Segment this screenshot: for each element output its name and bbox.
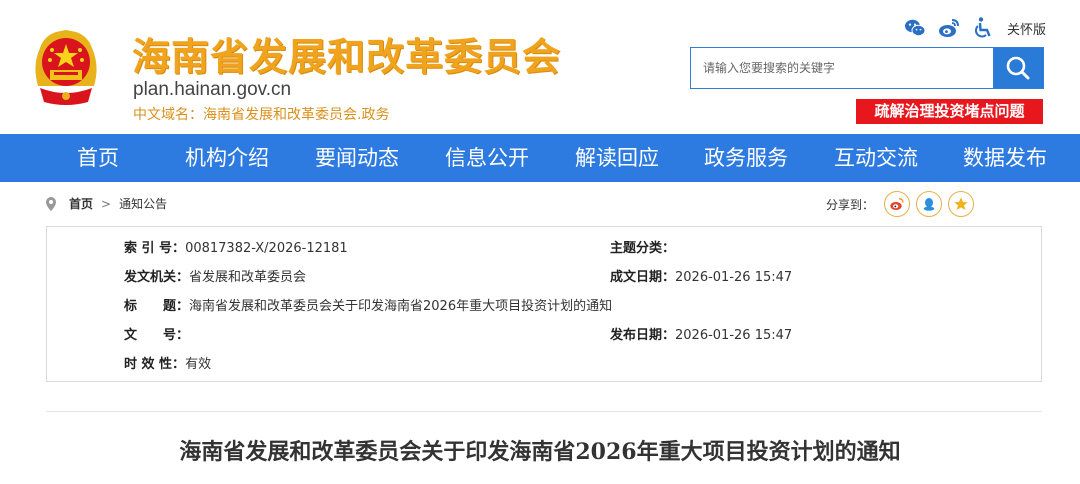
breadcrumb-bar: 首页 > 通知公告 分享到： bbox=[46, 190, 1042, 218]
meta-published-row: 发布日期：2026-01-26 15:47 bbox=[610, 324, 792, 343]
meta-title-value: 海南省发展和改革委员会关于印发海南省2026年重大项目投资计划的通知 bbox=[189, 299, 613, 314]
search-box bbox=[690, 47, 1044, 89]
weibo-icon[interactable] bbox=[937, 16, 961, 40]
chinese-domain: 中文域名：海南省发展和改革委员会.政务 bbox=[133, 107, 390, 123]
nav-item-data[interactable]: 数据发布 bbox=[963, 134, 1047, 182]
nav-item-interpretation[interactable]: 解读回应 bbox=[575, 134, 659, 182]
site-header: 海南省发展和改革委员会 plan.hainan.gov.cn 中文域名：海南省发… bbox=[0, 0, 1080, 134]
meta-validity-value: 有效 bbox=[185, 357, 212, 372]
meta-index-label: 索 引 号： bbox=[124, 241, 186, 256]
breadcrumb-current[interactable]: 通知公告 bbox=[119, 195, 167, 212]
meta-title-label: 标 题： bbox=[124, 299, 190, 314]
meta-issuer-label: 发文机关： bbox=[124, 270, 190, 285]
meta-title-row: 标 题：海南省发展和改革委员会关于印发海南省2026年重大项目投资计划的通知 bbox=[124, 295, 612, 314]
national-emblem-icon[interactable] bbox=[30, 26, 102, 106]
share-qq-button[interactable] bbox=[916, 191, 943, 217]
meta-created-value: 2026-01-26 15:47 bbox=[675, 270, 793, 285]
nav-item-interaction[interactable]: 互动交流 bbox=[834, 134, 918, 182]
share-weibo-button[interactable] bbox=[884, 191, 911, 217]
share-bar: 分享到： bbox=[826, 190, 975, 218]
content-divider bbox=[46, 411, 1042, 412]
meta-topic-row: 主题分类： bbox=[610, 237, 675, 256]
search-input[interactable] bbox=[691, 48, 993, 88]
nav-item-services[interactable]: 政务服务 bbox=[704, 134, 788, 182]
meta-topic-label: 主题分类： bbox=[610, 241, 676, 256]
meta-issuer-row: 发文机关：省发展和改革委员会 bbox=[124, 266, 306, 285]
share-qq-icon bbox=[923, 198, 935, 211]
nav-item-organization[interactable]: 机构介绍 bbox=[185, 134, 269, 182]
main-navigation: 首页 机构介绍 要闻动态 信息公开 解读回应 政务服务 互动交流 数据发布 bbox=[0, 134, 1080, 182]
breadcrumb: 首页 > 通知公告 bbox=[69, 195, 167, 212]
meta-validity-label: 时 效 性： bbox=[124, 357, 186, 372]
nav-item-disclosure[interactable]: 信息公开 bbox=[445, 134, 529, 182]
share-favorite-button[interactable] bbox=[948, 191, 975, 217]
meta-created-label: 成文日期： bbox=[610, 270, 676, 285]
location-pin-icon bbox=[46, 197, 56, 211]
investment-issue-banner[interactable]: 疏解治理投资堵点问题 bbox=[856, 99, 1043, 124]
care-mode-link[interactable]: 关怀版 bbox=[1007, 19, 1046, 38]
meta-published-value: 2026-01-26 15:47 bbox=[675, 328, 793, 343]
meta-docno-row: 文 号： bbox=[124, 324, 189, 343]
document-metadata: 索 引 号：00817382-X/2026-12181 主题分类： 发文机关：省… bbox=[46, 226, 1042, 382]
wechat-icon[interactable] bbox=[903, 16, 927, 40]
meta-validity-row: 时 效 性：有效 bbox=[124, 353, 211, 372]
share-weibo-icon bbox=[890, 198, 904, 210]
meta-created-row: 成文日期：2026-01-26 15:47 bbox=[610, 266, 792, 285]
nav-item-home[interactable]: 首页 bbox=[77, 134, 119, 182]
accessibility-icon[interactable] bbox=[971, 16, 995, 40]
search-button[interactable] bbox=[993, 48, 1043, 88]
meta-index-row: 索 引 号：00817382-X/2026-12181 bbox=[124, 237, 348, 256]
search-icon bbox=[1006, 56, 1030, 80]
breadcrumb-separator: > bbox=[101, 196, 112, 211]
site-domain: plan.hainan.gov.cn bbox=[133, 79, 292, 100]
meta-index-value: 00817382-X/2026-12181 bbox=[185, 241, 348, 256]
top-utility-links: 关怀版 bbox=[903, 16, 1046, 40]
meta-docno-label: 文 号： bbox=[124, 328, 190, 343]
breadcrumb-home[interactable]: 首页 bbox=[69, 195, 93, 212]
nav-item-news[interactable]: 要闻动态 bbox=[315, 134, 399, 182]
share-favorite-icon bbox=[954, 197, 968, 210]
meta-published-label: 发布日期： bbox=[610, 328, 676, 343]
site-title[interactable]: 海南省发展和改革委员会 bbox=[132, 26, 561, 81]
share-label: 分享到： bbox=[826, 197, 875, 212]
meta-issuer-value: 省发展和改革委员会 bbox=[189, 270, 307, 285]
document-title: 海南省发展和改革委员会关于印发海南省2026年重大项目投资计划的通知 bbox=[179, 439, 901, 465]
